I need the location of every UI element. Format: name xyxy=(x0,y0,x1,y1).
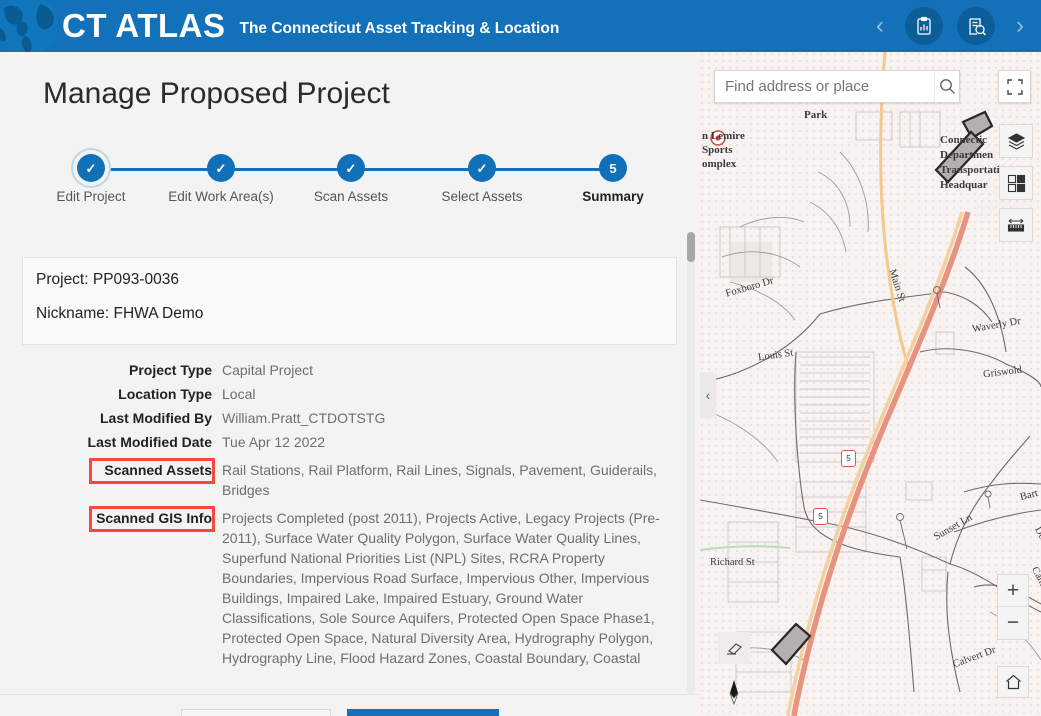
route-shield: 5 xyxy=(841,450,856,467)
wizard-stepper: ✓ Edit Project ✓ Edit Work Area(s) ✓ Sca… xyxy=(43,137,657,204)
globe-logo-icon xyxy=(0,0,58,52)
detail-label-last-modified-by: Last Modified By xyxy=(99,410,212,426)
measure-icon[interactable] xyxy=(999,208,1033,242)
previous-button[interactable]: Previous xyxy=(181,708,332,716)
zoom-in-button[interactable]: + xyxy=(998,575,1028,607)
check-icon: ✓ xyxy=(215,160,227,176)
stepper-step-2-circle[interactable]: ✓ xyxy=(207,154,235,182)
detail-value-last-modified-by: William.Pratt_CTDOTSTG xyxy=(222,410,386,426)
detail-row-project-type: Project Type Capital Project xyxy=(0,360,690,380)
stepper-step-select-assets[interactable]: ✓ Select Assets xyxy=(422,137,542,204)
stepper-step-3-label: Scan Assets xyxy=(313,189,389,204)
header-actions: ‹ › xyxy=(811,0,1041,52)
stepper-step-3-circle[interactable]: ✓ xyxy=(337,154,365,182)
check-icon: ✓ xyxy=(85,160,97,176)
stepper-step-4-label: Select Assets xyxy=(441,189,523,204)
project-nickname-line: Nickname: FHWA Demo xyxy=(36,305,204,322)
detail-label-location-type: Location Type xyxy=(118,386,212,402)
detail-value-project-type: Capital Project xyxy=(222,362,314,378)
detail-label-scanned-assets: Scanned Assets xyxy=(104,462,212,478)
detail-value-location-type: Local xyxy=(222,386,256,402)
home-icon[interactable] xyxy=(997,666,1029,698)
app-title: CT ATLAS xyxy=(62,7,226,44)
detail-row-last-modified-date: Last Modified Date Tue Apr 12 2022 xyxy=(0,432,690,452)
detail-label-project-type: Project Type xyxy=(129,362,212,378)
detail-value-scanned-gis-info: Projects Completed (post 2011), Projects… xyxy=(222,510,660,666)
done-button[interactable]: Done xyxy=(347,708,500,716)
detail-label-scanned-gis-info: Scanned GIS Info xyxy=(96,510,212,526)
detail-value-last-modified-date: Tue Apr 12 2022 xyxy=(222,434,326,450)
layers-icon[interactable] xyxy=(999,124,1033,158)
route-shield: 5 xyxy=(813,508,828,525)
expand-fullscreen-icon[interactable] xyxy=(998,70,1031,103)
detail-row-scanned-assets: Scanned Assets Rail Stations, Rail Platf… xyxy=(0,458,690,500)
map-zoom-control[interactable]: + − xyxy=(997,574,1029,640)
map-collapse-button[interactable]: ‹ xyxy=(700,372,716,418)
detail-value-scanned-assets: Rail Stations, Rail Platform, Rail Lines… xyxy=(222,462,657,498)
stepper-step-edit-work-areas[interactable]: ✓ Edit Work Area(s) xyxy=(161,137,281,204)
detail-label-last-modified-date: Last Modified Date xyxy=(87,434,212,450)
detail-label-scanned-assets-wrapper: Scanned Assets xyxy=(0,458,218,500)
map-canvas[interactable] xyxy=(700,52,1041,716)
stepper-step-scan-assets[interactable]: ✓ Scan Assets xyxy=(291,137,411,204)
app-header: CT ATLAS The Connecticut Asset Tracking … xyxy=(0,0,1041,52)
check-icon: ✓ xyxy=(345,160,357,176)
search-icon[interactable] xyxy=(934,71,959,102)
eraser-icon[interactable] xyxy=(718,632,750,664)
compass-north-icon[interactable] xyxy=(718,676,750,708)
panel-scrollbar[interactable] xyxy=(687,232,695,694)
project-id-line: Project: PP093-0036 xyxy=(36,271,180,288)
wizard-footer: Cancel Previous Done xyxy=(0,694,700,716)
stepper-step-5-number: 5 xyxy=(609,160,617,176)
map-search-input[interactable] xyxy=(715,78,934,95)
check-icon: ✓ xyxy=(476,160,488,176)
detail-row-last-modified-by: Last Modified By William.Pratt_CTDOTSTG xyxy=(0,408,690,428)
project-panel: Manage Proposed Project ✓ Edit Project ✓… xyxy=(0,52,700,716)
stepper-step-5-label: Summary xyxy=(582,189,644,204)
header-next-chevron-icon[interactable]: › xyxy=(1009,12,1031,40)
detail-label-scanned-gis-info-wrapper: Scanned GIS Info xyxy=(0,506,218,668)
map-panel[interactable]: n Lemire Sports omplex Churchill Park Co… xyxy=(700,52,1041,716)
detail-row-scanned-gis-info: Scanned GIS Info Projects Completed (pos… xyxy=(0,506,690,668)
stepper-step-2-label: Edit Work Area(s) xyxy=(168,189,274,204)
report-clipboard-icon[interactable] xyxy=(905,7,943,45)
header-prev-chevron-icon[interactable]: ‹ xyxy=(869,12,891,40)
stepper-step-summary[interactable]: 5 Summary xyxy=(553,137,673,204)
map-search-box[interactable] xyxy=(714,70,960,103)
stepper-step-4-circle[interactable]: ✓ xyxy=(468,154,496,182)
document-search-icon[interactable] xyxy=(957,7,995,45)
basemap-grid-icon[interactable] xyxy=(999,166,1033,200)
project-details-list: Project Type Capital Project Location Ty… xyxy=(0,360,690,672)
page-title: Manage Proposed Project xyxy=(43,77,390,110)
detail-row-location-type: Location Type Local xyxy=(0,384,690,404)
project-summary-card: Project: PP093-0036 Nickname: FHWA Demo xyxy=(22,257,677,345)
app-subtitle: The Connecticut Asset Tracking & Locatio… xyxy=(239,20,560,37)
stepper-step-edit-project[interactable]: ✓ Edit Project xyxy=(31,137,151,204)
zoom-out-button[interactable]: − xyxy=(998,607,1028,639)
stepper-step-1-label: Edit Project xyxy=(56,189,126,204)
stepper-step-5-circle[interactable]: 5 xyxy=(599,154,627,182)
stepper-step-1-circle[interactable]: ✓ xyxy=(77,154,105,182)
panel-scrollbar-thumb[interactable] xyxy=(687,232,695,262)
